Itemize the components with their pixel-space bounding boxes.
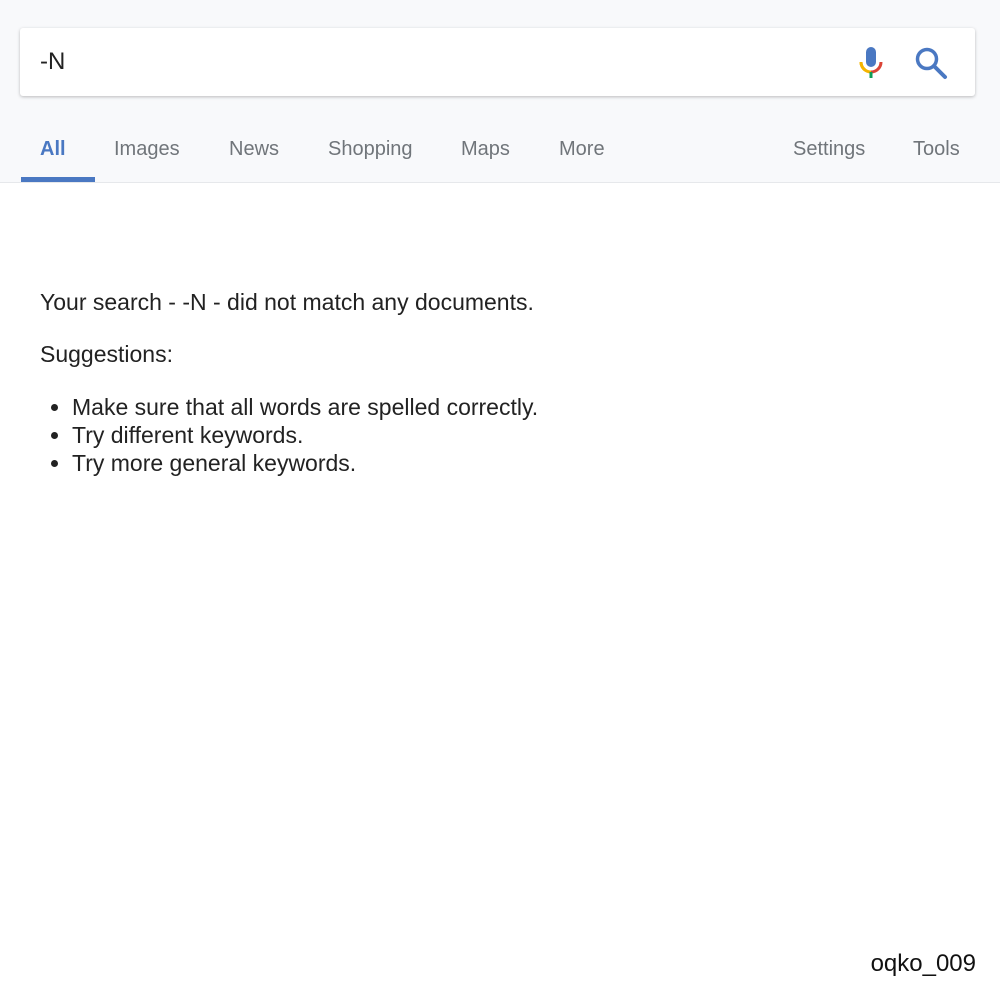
search-box xyxy=(20,28,975,96)
no-results-message: Your search - -N - did not match any doc… xyxy=(40,289,534,315)
watermark: oqko_009 xyxy=(870,950,976,977)
suggestion-item: Try more general keywords. xyxy=(72,449,538,477)
tab-settings[interactable]: Settings xyxy=(793,138,865,161)
tab-all[interactable]: All xyxy=(40,138,66,161)
search-input[interactable] xyxy=(40,28,820,96)
tab-maps[interactable]: Maps xyxy=(461,138,510,161)
suggestions-label: Suggestions: xyxy=(40,341,173,367)
suggestion-item: Make sure that all words are spelled cor… xyxy=(72,393,538,421)
tab-images[interactable]: Images xyxy=(114,138,180,161)
tab-more[interactable]: More xyxy=(559,138,605,161)
suggestion-item: Try different keywords. xyxy=(72,421,538,449)
active-tab-indicator xyxy=(21,177,95,182)
header: All Images News Shopping Maps More Setti… xyxy=(0,0,1000,183)
tab-tools[interactable]: Tools xyxy=(913,138,960,161)
microphone-icon[interactable] xyxy=(856,46,886,80)
tab-shopping[interactable]: Shopping xyxy=(328,138,413,161)
search-icon[interactable] xyxy=(914,46,948,80)
suggestions-list: Make sure that all words are spelled cor… xyxy=(72,393,538,477)
tab-news[interactable]: News xyxy=(229,138,279,161)
